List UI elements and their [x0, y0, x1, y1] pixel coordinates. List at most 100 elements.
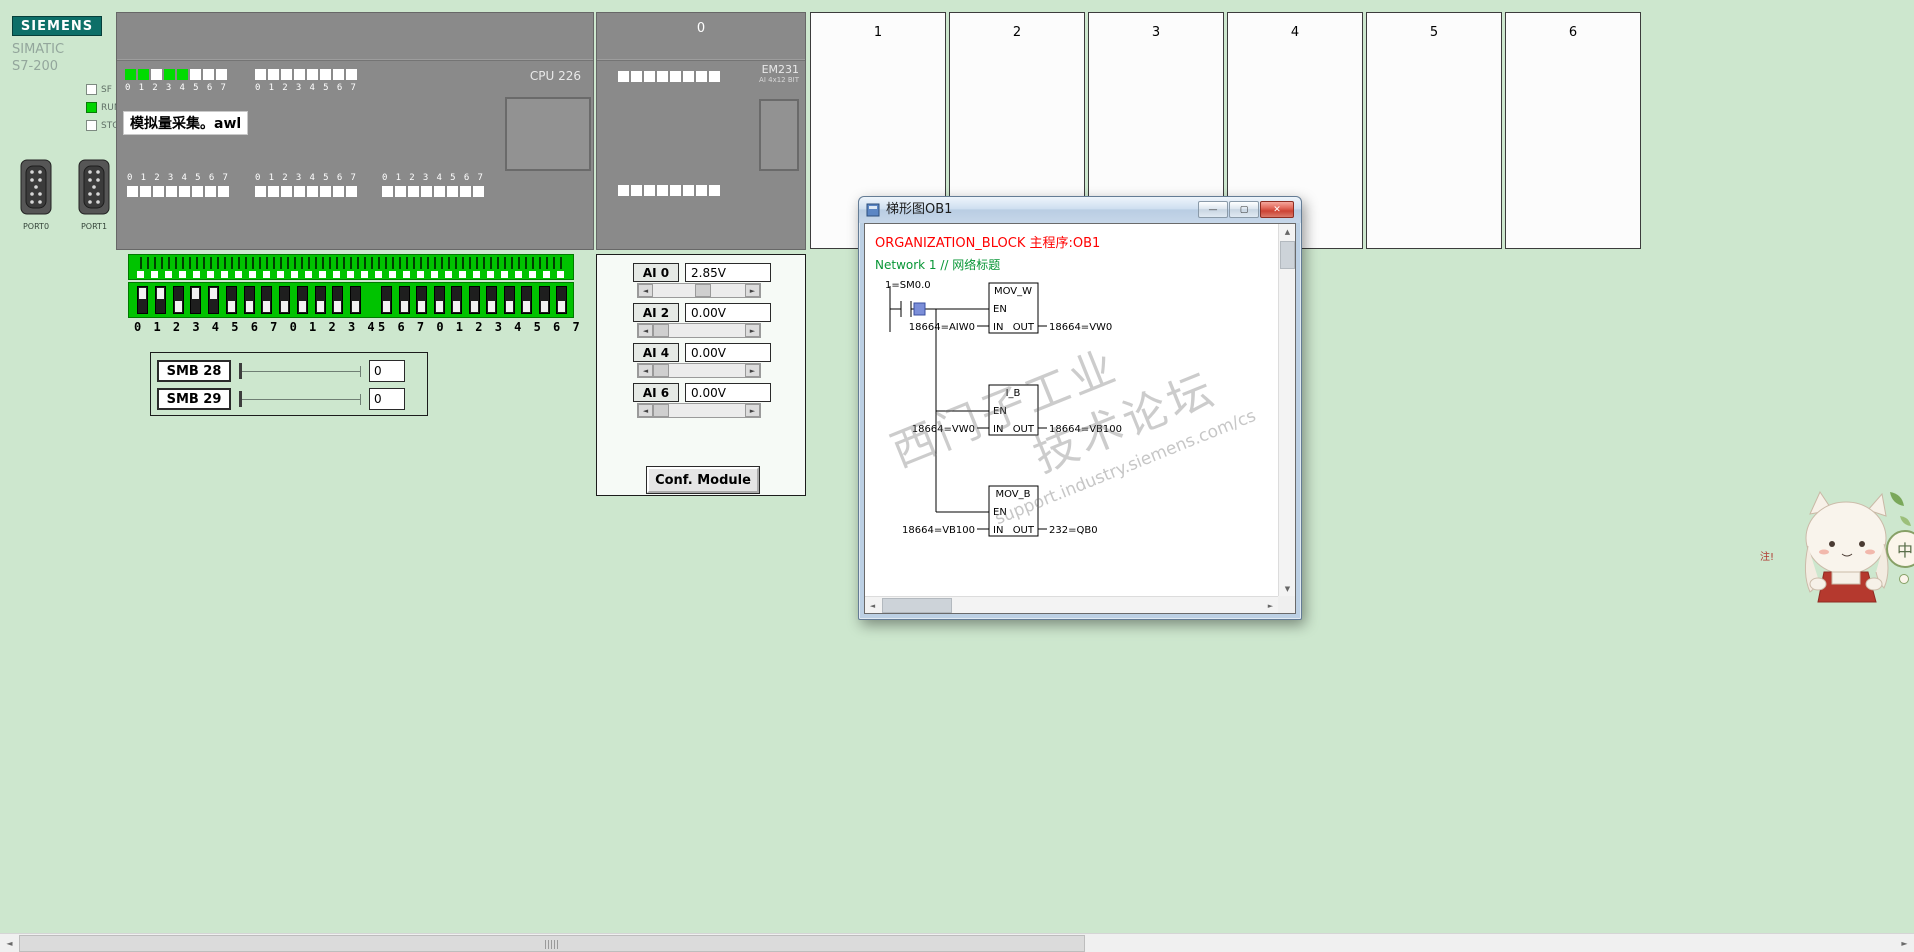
scroll-up-arrow[interactable]: ▲: [1280, 224, 1295, 239]
input-toggle-switch[interactable]: [261, 286, 273, 314]
switch-handle[interactable]: [435, 301, 443, 312]
switch-handle[interactable]: [400, 301, 408, 312]
input-toggle-switch[interactable]: [296, 286, 308, 314]
scroll-right-arrow[interactable]: ►: [1263, 598, 1278, 613]
scrollbar-thumb[interactable]: [19, 935, 1085, 952]
scrollbar-thumb[interactable]: [653, 404, 669, 417]
page-horizontal-scrollbar[interactable]: ◄ ►: [0, 933, 1914, 952]
switch-handle[interactable]: [505, 301, 513, 312]
led-strip: [127, 186, 229, 197]
input-toggle-switch[interactable]: [279, 286, 290, 314]
scroll-left-arrow[interactable]: ◄: [638, 404, 653, 417]
switch-handle[interactable]: [488, 301, 495, 312]
scroll-down-arrow[interactable]: ▼: [1280, 581, 1295, 596]
switch-handle[interactable]: [210, 288, 217, 299]
ai2-slider[interactable]: ◄ ►: [637, 323, 761, 338]
input-toggle-switch[interactable]: [468, 286, 480, 314]
scroll-right-arrow[interactable]: ►: [745, 284, 760, 297]
input-toggle-switch[interactable]: [190, 286, 202, 314]
input-toggle-switch[interactable]: [503, 286, 515, 314]
slider-handle[interactable]: [239, 363, 242, 379]
switch-handle[interactable]: [540, 301, 548, 312]
scroll-left-arrow[interactable]: ◄: [638, 364, 653, 377]
switch-handle[interactable]: [156, 288, 164, 299]
input-toggle-switch[interactable]: [137, 286, 148, 314]
switch-handle[interactable]: [281, 301, 288, 312]
switch-handle[interactable]: [352, 301, 359, 312]
scroll-left-arrow[interactable]: ◄: [638, 284, 653, 297]
slider-handle[interactable]: [239, 391, 242, 407]
scrollbar-thumb[interactable]: [653, 324, 669, 337]
scroll-left-arrow[interactable]: ◄: [0, 935, 19, 952]
contact-sm0-0[interactable]: 1=SM0.0: [885, 280, 989, 317]
switch-handle[interactable]: [298, 301, 306, 312]
input-toggle-switch[interactable]: [225, 286, 237, 314]
switch-handle[interactable]: [523, 301, 530, 312]
block-mov-w[interactable]: MOV_W EN IN OUT 18664=AIW0 18664=VW0: [909, 282, 1113, 334]
switch-handle[interactable]: [453, 301, 460, 312]
block-mov-b[interactable]: MOV_B EN IN OUT 18664=VB100 232=QB0: [902, 485, 1098, 537]
slider-track[interactable]: [239, 399, 361, 400]
scrollbar-thumb[interactable]: [882, 598, 952, 613]
scroll-right-arrow[interactable]: ►: [745, 404, 760, 417]
input-toggle-switch[interactable]: [398, 286, 410, 314]
switch-handle[interactable]: [418, 301, 425, 312]
input-toggle-switch[interactable]: [381, 286, 392, 314]
switch-handle[interactable]: [139, 288, 146, 299]
smb28-slider[interactable]: [239, 360, 361, 382]
io-led-off: [218, 186, 229, 197]
switch-handle[interactable]: [334, 301, 342, 312]
switch-handle[interactable]: [383, 301, 390, 312]
mascot-sleeve: [1865, 577, 1883, 591]
scroll-left-arrow[interactable]: ◄: [865, 598, 880, 613]
configure-module-button[interactable]: Conf. Module: [646, 466, 760, 494]
ai0-slider[interactable]: ◄ ►: [637, 283, 761, 298]
io-led-off: [631, 71, 642, 82]
slider-track[interactable]: [239, 371, 361, 372]
minimize-button[interactable]: —: [1198, 201, 1228, 218]
ladder-diagram: 1=SM0.0 MOV_W EN IN OUT 18664=AIW0 18664…: [885, 280, 1122, 537]
switch-handle[interactable]: [192, 288, 200, 299]
smb29-slider[interactable]: [239, 388, 361, 410]
scroll-right-arrow[interactable]: ►: [745, 324, 760, 337]
scrollbar-thumb[interactable]: [1280, 241, 1295, 269]
expansion-slot-5[interactable]: 5: [1366, 12, 1502, 249]
expansion-slot-6[interactable]: 6: [1505, 12, 1641, 249]
io-led-off: [203, 69, 214, 80]
input-toggle-switch[interactable]: [154, 286, 166, 314]
in-operand: 18664=AIW0: [909, 322, 975, 333]
scrollbar-thumb[interactable]: [694, 284, 711, 297]
window-titlebar[interactable]: 梯形图OB1 — ▢ ✕: [859, 197, 1301, 223]
input-toggle-switch[interactable]: [243, 286, 255, 314]
scrollbar-thumb[interactable]: [653, 364, 669, 377]
switch-handle[interactable]: [245, 301, 253, 312]
input-toggle-switch[interactable]: [451, 286, 462, 314]
input-toggle-switch[interactable]: [416, 286, 427, 314]
ai6-slider[interactable]: ◄ ►: [637, 403, 761, 418]
scroll-left-arrow[interactable]: ◄: [638, 324, 653, 337]
input-toggle-switch[interactable]: [486, 286, 497, 314]
input-toggle-switch[interactable]: [350, 286, 361, 314]
window-vertical-scrollbar[interactable]: ▲ ▼: [1278, 224, 1295, 596]
block-i-b[interactable]: I_B EN IN OUT 18664=VW0 18664=VB100: [912, 384, 1122, 436]
switch-handle[interactable]: [263, 301, 271, 312]
close-button[interactable]: ✕: [1260, 201, 1294, 218]
input-toggle-switch[interactable]: [332, 286, 344, 314]
switch-handle[interactable]: [558, 301, 565, 312]
input-toggle-switch[interactable]: [433, 286, 445, 314]
input-toggle-switch[interactable]: [172, 286, 184, 314]
input-toggle-switch[interactable]: [208, 286, 219, 314]
switch-handle[interactable]: [174, 301, 182, 312]
scroll-right-arrow[interactable]: ►: [1895, 935, 1914, 952]
input-toggle-switch[interactable]: [538, 286, 550, 314]
switch-handle[interactable]: [227, 301, 235, 312]
input-toggle-switch[interactable]: [556, 286, 567, 314]
maximize-button[interactable]: ▢: [1229, 201, 1259, 218]
input-toggle-switch[interactable]: [521, 286, 532, 314]
scroll-right-arrow[interactable]: ►: [745, 364, 760, 377]
ai4-slider[interactable]: ◄ ►: [637, 363, 761, 378]
input-toggle-switch[interactable]: [314, 286, 326, 314]
switch-handle[interactable]: [470, 301, 478, 312]
window-horizontal-scrollbar[interactable]: ◄ ►: [865, 596, 1278, 613]
switch-handle[interactable]: [316, 301, 324, 312]
